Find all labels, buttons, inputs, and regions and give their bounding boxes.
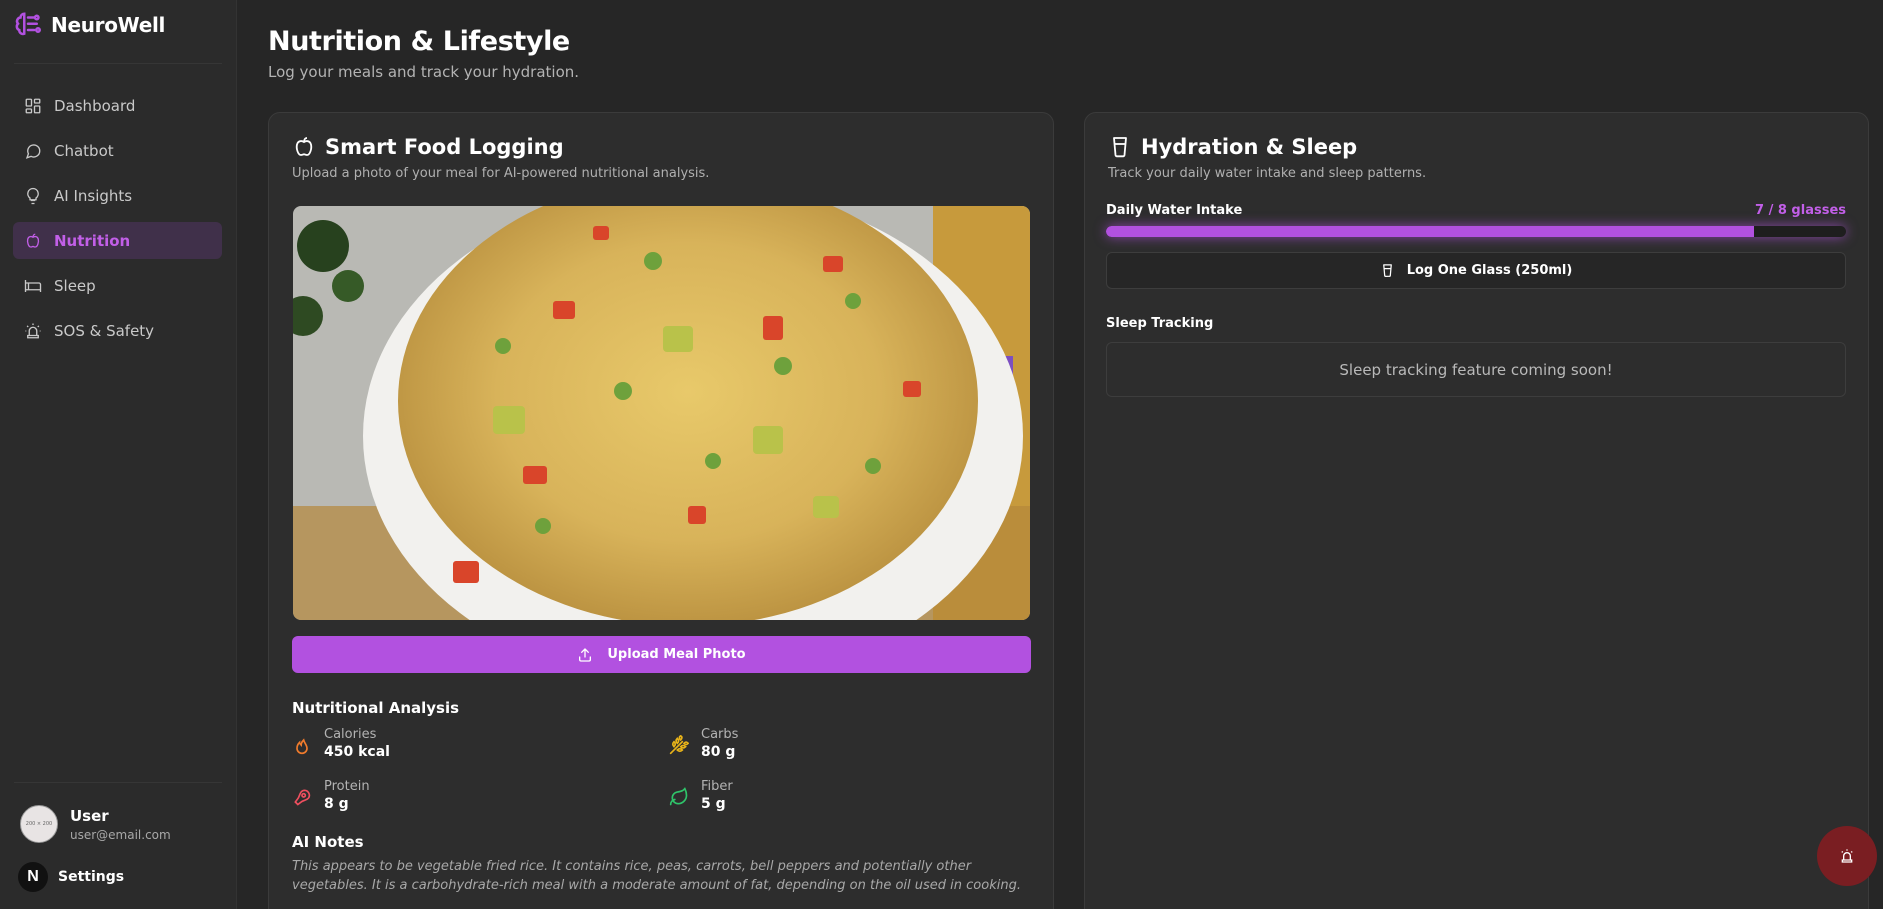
sos-button[interactable] <box>1817 826 1877 886</box>
sidebar-item-dashboard[interactable]: Dashboard <box>13 87 222 124</box>
siren-icon <box>25 323 41 338</box>
settings-link[interactable]: N Settings <box>18 862 124 892</box>
leaf-icon <box>669 787 688 806</box>
sleep-tracking-placeholder: Sleep tracking feature coming soon! <box>1106 342 1846 397</box>
log-glass-button[interactable]: Log One Glass (250ml) <box>1106 252 1846 289</box>
bed-icon <box>24 279 42 292</box>
apple-icon <box>26 233 40 248</box>
glass-icon <box>1113 137 1127 158</box>
user-profile[interactable]: 200 × 200 User user@email.com <box>20 805 171 843</box>
apple-icon <box>295 137 313 156</box>
meal-photo <box>293 206 1030 620</box>
nutrient-calories: Calories 450 kcal <box>292 727 390 760</box>
water-progress-bar <box>1106 226 1846 237</box>
brain-icon <box>15 12 42 36</box>
lightbulb-icon <box>27 187 39 204</box>
food-logging-card: Smart Food Logging Upload a photo of you… <box>268 112 1054 909</box>
sidebar-item-nutrition[interactable]: Nutrition <box>13 222 222 259</box>
divider <box>14 63 222 64</box>
flame-icon <box>296 738 308 755</box>
nutrient-protein: Protein 8 g <box>292 779 370 812</box>
avatar: 200 × 200 <box>20 805 58 843</box>
page-subtitle: Log your meals and track your hydration. <box>268 63 580 81</box>
settings-badge: N <box>18 862 48 892</box>
sidebar-nav: Dashboard Chatbot AI Insights Nutrition … <box>13 87 222 357</box>
water-intake-count: 7 / 8 glasses <box>1755 203 1846 218</box>
sidebar-item-chatbot[interactable]: Chatbot <box>13 132 222 169</box>
grid-icon <box>25 98 41 113</box>
sidebar-item-label: Sleep <box>54 276 96 295</box>
sidebar-item-sleep[interactable]: Sleep <box>13 267 222 304</box>
ai-notes-text: This appears to be vegetable fried rice.… <box>292 859 1021 893</box>
log-glass-label: Log One Glass (250ml) <box>1406 263 1573 278</box>
water-intake-label: Daily Water Intake <box>1106 203 1243 218</box>
upload-meal-photo-button[interactable]: Upload Meal Photo <box>292 636 1031 673</box>
meat-icon <box>294 789 311 806</box>
sidebar: NeuroWell Dashboard Chatbot AI Insights … <box>0 0 237 909</box>
glass-icon <box>1382 264 1392 277</box>
upload-icon <box>579 647 592 662</box>
siren-icon <box>1841 849 1853 863</box>
sleep-tracking-label: Sleep Tracking <box>1106 316 1214 331</box>
card-title: Hydration & Sleep <box>1108 135 1357 159</box>
sidebar-item-label: AI Insights <box>54 186 133 205</box>
brand[interactable]: NeuroWell <box>13 10 165 40</box>
chat-icon <box>25 143 41 159</box>
card-subtitle: Upload a photo of your meal for AI-power… <box>292 166 710 181</box>
settings-label: Settings <box>58 869 125 885</box>
card-title: Smart Food Logging <box>292 135 564 159</box>
user-name: User <box>70 806 109 825</box>
card-subtitle: Track your daily water intake and sleep … <box>1108 166 1427 181</box>
nutrition-analysis-title: Nutritional Analysis <box>292 699 460 717</box>
upload-label: Upload Meal Photo <box>607 647 746 662</box>
wheat-icon <box>669 735 689 755</box>
page-title: Nutrition & Lifestyle <box>268 26 570 57</box>
ai-notes-title: AI Notes <box>292 833 364 851</box>
sidebar-item-label: Chatbot <box>54 141 114 160</box>
user-email: user@email.com <box>70 827 171 842</box>
brand-name: NeuroWell <box>51 13 166 37</box>
sidebar-item-sos-safety[interactable]: SOS & Safety <box>13 312 222 349</box>
sidebar-item-label: SOS & Safety <box>54 321 155 340</box>
sidebar-item-ai-insights[interactable]: AI Insights <box>13 177 222 214</box>
water-progress-fill <box>1106 226 1754 237</box>
nutrient-carbs: Carbs 80 g <box>669 727 738 760</box>
sidebar-item-label: Nutrition <box>54 231 131 250</box>
hydration-sleep-card: Hydration & Sleep Track your daily water… <box>1084 112 1869 909</box>
sidebar-item-label: Dashboard <box>54 96 136 115</box>
nutrient-fiber: Fiber 5 g <box>669 779 733 812</box>
divider <box>14 782 222 783</box>
